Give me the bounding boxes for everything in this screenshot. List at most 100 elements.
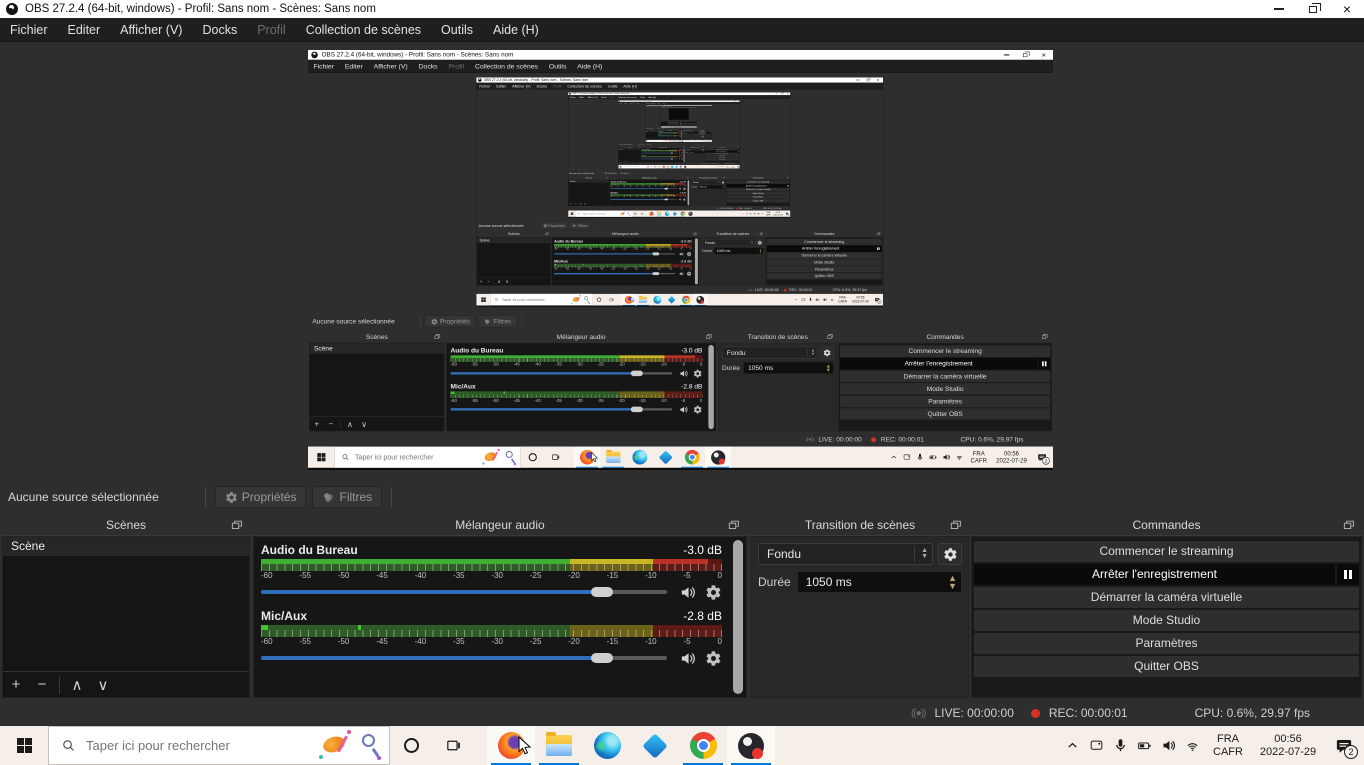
properties-button[interactable]: Propriétés [215, 486, 307, 508]
taskbar-clock[interactable]: 00:56 2022-07-29 [1252, 733, 1324, 759]
add-scene-button[interactable]: + [3, 676, 29, 693]
cpu-status: CPU: 0.6%, 29.97 fps [833, 288, 867, 292]
scenes-list: Scène + − ∧ ∨ [646, 131, 658, 139]
taskbar-app-file-explorer[interactable] [535, 726, 583, 765]
taskbar-app-kodi[interactable] [631, 726, 679, 765]
duration-spinbox[interactable]: 1050 ms ▲▼ [797, 571, 962, 593]
restore-button[interactable] [1296, 0, 1330, 18]
menu-profil[interactable]: Profil [247, 18, 295, 42]
volume-slider-handle[interactable] [591, 587, 613, 597]
menu-docks: Docks [635, 102, 640, 104]
tray-battery-button [814, 294, 821, 306]
menu-aide[interactable]: Aide (H) [483, 18, 549, 42]
preview-screen: OBS 27.2.4 (64-bit, windows) - Profil: S… [308, 50, 1053, 470]
menu-afficher[interactable]: Afficher (V) [110, 18, 192, 42]
cortana-button[interactable] [390, 726, 432, 765]
mute-speaker-icon [679, 198, 682, 201]
mixer-channel-mic-aux: Mic/Aux -2.8 dB -60-55-50-45-40-35-30-25… [658, 134, 680, 137]
taskbar-app-obs[interactable] [727, 726, 775, 765]
dock-popout-icon[interactable] [230, 518, 244, 532]
menu-editer[interactable]: Editer [58, 18, 111, 42]
move-scene-up-button[interactable]: ∧ [64, 676, 90, 694]
action-center-button: 2 [710, 140, 712, 142]
tray-volume-button[interactable] [1156, 726, 1180, 765]
dock-popout-icon[interactable] [727, 518, 741, 532]
tray-network-button[interactable] [1180, 726, 1204, 765]
transition-dock-title: Transition de scènes [748, 333, 808, 341]
volume-meter [554, 264, 692, 265]
cortana-icon [654, 166, 655, 167]
cortana-button [593, 294, 606, 306]
close-button[interactable]: × [1330, 0, 1364, 18]
volume-slider[interactable] [261, 590, 667, 594]
stop-recording-button[interactable]: Arrêter l'enregistrement [974, 564, 1335, 585]
remove-scene-button: − [324, 419, 338, 428]
menu-fichier[interactable]: Fichier [0, 18, 58, 42]
start-button[interactable] [0, 726, 48, 765]
menu-docks[interactable]: Docks [192, 18, 247, 42]
transition-selected-value: Fondu [727, 349, 746, 357]
transition-dock-header[interactable]: Transition de scènes [751, 514, 969, 536]
mixer-dock-header[interactable]: Mélangeur audio [253, 514, 747, 536]
menu-collection-scenes[interactable]: Collection de scènes [296, 18, 431, 42]
windows-taskbar: FRA CAFR 00:56 2022-07-29 2 [568, 211, 790, 217]
search-input[interactable] [84, 737, 317, 754]
preview-screen [669, 109, 689, 120]
start-virtual-camera-button[interactable]: Démarrer la caméra virtuelle [974, 587, 1359, 608]
menu-outils[interactable]: Outils [431, 18, 483, 42]
spinbox-arrows-icon[interactable]: ▲▼ [948, 574, 957, 590]
transition-type-select[interactable]: Fondu ▲▼ [758, 543, 933, 565]
transition-settings-button[interactable] [938, 543, 962, 565]
volume-slider-fill [554, 253, 656, 254]
controls-dock-header[interactable]: Commandes [971, 514, 1362, 536]
scenes-dock-header[interactable]: Scènes [2, 514, 250, 536]
taskbar-search[interactable] [48, 726, 390, 765]
start-streaming-button[interactable]: Commencer le streaming [974, 541, 1359, 562]
scene-list-item[interactable]: Scène [3, 537, 249, 556]
channel-settings-gear-icon[interactable] [705, 650, 722, 667]
volume-slider[interactable] [261, 656, 667, 660]
settings-button[interactable]: Paramètres [974, 633, 1359, 654]
pause-recording-button[interactable] [1337, 564, 1359, 585]
channel-name: Audio du Bureau [451, 347, 504, 355]
settings-button: Paramètres [767, 266, 882, 272]
dock-popout-icon[interactable] [949, 518, 963, 532]
mixer-channel-mic-aux: Mic/Aux -2.8 dB -60-55-50-45-40-35-30-25… [642, 154, 683, 159]
microphone-icon [717, 166, 718, 167]
tray-screen-capture-button[interactable] [1084, 726, 1108, 765]
battery-icon [815, 297, 819, 301]
filters-button[interactable]: Filtres [312, 486, 382, 508]
task-view-button[interactable] [432, 726, 474, 765]
mixer-scrollbar[interactable] [733, 540, 743, 694]
studio-mode-button[interactable]: Mode Studio [974, 610, 1359, 631]
volume-slider-handle[interactable] [591, 653, 613, 663]
taskbar-app-obs [687, 211, 695, 217]
taskbar-app-firefox[interactable] [487, 726, 535, 765]
quit-obs-button[interactable]: Quitter OBS [974, 656, 1359, 677]
tray-chevron-up-button[interactable] [1060, 726, 1084, 765]
minimize-button[interactable] [1262, 0, 1296, 18]
transition-type-select: Fondu ▲▼ [681, 122, 686, 123]
move-scene-down-button[interactable]: ∨ [90, 676, 116, 694]
search-highlight-doodle[interactable] [317, 727, 389, 764]
tray-microphone-button[interactable] [1108, 726, 1132, 765]
file-explorer-icon [667, 166, 669, 168]
notification-badge: 2 [711, 141, 712, 142]
tray-volume-button [756, 211, 760, 217]
cpu-status: CPU: 0.6%, 29.97 fps [704, 139, 710, 140]
remove-scene-button[interactable]: − [29, 676, 55, 693]
dock-popout-icon[interactable] [1342, 518, 1356, 532]
mute-speaker-icon[interactable] [679, 650, 696, 667]
channel-settings-gear-icon[interactable] [705, 584, 722, 601]
taskbar-app-chrome[interactable] [679, 726, 727, 765]
scenes-dock: Scènes Scène + − ∧ ∨ [2, 514, 250, 698]
add-scene-button: + [619, 161, 621, 163]
action-center-button[interactable]: 2 [1324, 726, 1364, 765]
taskbar-app-edge[interactable] [583, 726, 631, 765]
mute-speaker-icon[interactable] [679, 584, 696, 601]
language-indicator[interactable]: FRA CAFR [1204, 733, 1252, 759]
dock-popout-icon [738, 146, 739, 147]
tray-network-button [723, 165, 725, 168]
volume-meter-scale [261, 564, 722, 571]
tray-battery-button[interactable] [1132, 726, 1156, 765]
